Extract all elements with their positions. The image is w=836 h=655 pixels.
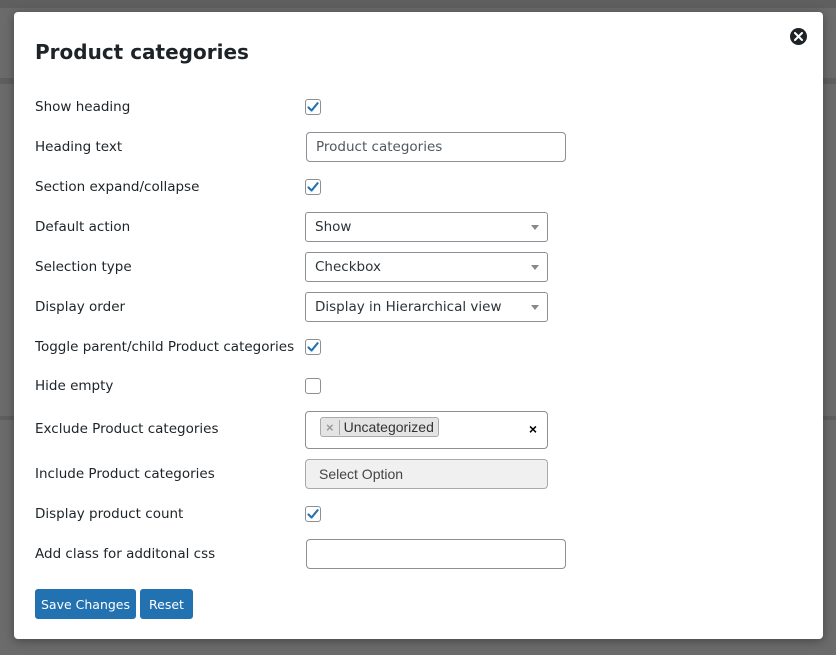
toggle-parent-child-label: Toggle parent/child Product categories <box>35 339 295 355</box>
display-order-label: Display order <box>35 299 126 315</box>
additional-css-label: Add class for additonal css <box>35 546 216 562</box>
display-order-value: Display in Hierarchical view <box>315 299 502 315</box>
chevron-down-icon <box>531 305 539 310</box>
row-show-heading: Show heading <box>35 92 795 122</box>
exclude-categories-multiselect[interactable]: × Uncategorized × <box>305 411 548 449</box>
chevron-down-icon <box>531 265 539 270</box>
section-expand-checkbox[interactable] <box>305 179 321 195</box>
hide-empty-label: Hide empty <box>35 378 114 394</box>
clear-selection-icon[interactable]: × <box>529 421 537 437</box>
checkmark-icon <box>307 102 319 112</box>
additional-css-input[interactable] <box>306 539 566 569</box>
modal-title: Product categories <box>35 40 249 64</box>
row-section-expand: Section expand/collapse <box>35 172 795 202</box>
heading-text-input[interactable] <box>306 132 566 162</box>
heading-text-label: Heading text <box>35 139 123 155</box>
section-expand-label: Section expand/collapse <box>35 179 200 195</box>
selected-tag-uncategorized: × Uncategorized <box>320 417 439 437</box>
row-include-categories: Include Product categories Select Option <box>35 459 795 489</box>
exclude-categories-label: Exclude Product categories <box>35 421 219 437</box>
row-display-product-count: Display product count <box>35 499 795 529</box>
row-hide-empty: Hide empty <box>35 371 795 401</box>
selection-type-value: Checkbox <box>315 259 381 275</box>
row-additional-css: Add class for additonal css <box>35 539 795 569</box>
default-action-value: Show <box>315 219 352 235</box>
include-categories-placeholder: Select Option <box>319 466 404 482</box>
row-default-action: Default action Show <box>35 212 795 242</box>
display-product-count-label: Display product count <box>35 506 184 522</box>
row-exclude-categories: Exclude Product categories × Uncategoriz… <box>35 411 795 449</box>
remove-tag-icon[interactable]: × <box>321 419 340 435</box>
hide-empty-checkbox[interactable] <box>305 378 321 394</box>
close-icon <box>794 32 803 41</box>
default-action-select[interactable]: Show <box>305 212 548 242</box>
include-categories-label: Include Product categories <box>35 466 215 482</box>
row-heading-text: Heading text <box>35 132 795 162</box>
display-order-select[interactable]: Display in Hierarchical view <box>305 292 548 322</box>
checkmark-icon <box>307 182 319 192</box>
settings-modal: Product categories Show heading Heading … <box>14 12 823 639</box>
show-heading-label: Show heading <box>35 99 131 115</box>
checkmark-icon <box>307 342 319 352</box>
default-action-label: Default action <box>35 219 131 235</box>
chevron-down-icon <box>531 225 539 230</box>
row-toggle-parent-child: Toggle parent/child Product categories <box>35 332 795 362</box>
checkmark-icon <box>307 509 319 519</box>
reset-button[interactable]: Reset <box>140 589 193 619</box>
toggle-parent-child-checkbox[interactable] <box>305 339 321 355</box>
close-button[interactable] <box>790 28 807 45</box>
show-heading-checkbox[interactable] <box>305 99 321 115</box>
selection-type-label: Selection type <box>35 259 132 275</box>
row-selection-type: Selection type Checkbox <box>35 252 795 282</box>
display-product-count-checkbox[interactable] <box>305 506 321 522</box>
selection-type-select[interactable]: Checkbox <box>305 252 548 282</box>
include-categories-select[interactable]: Select Option <box>305 459 548 489</box>
save-changes-button[interactable]: Save Changes <box>35 589 136 619</box>
row-display-order: Display order Display in Hierarchical vi… <box>35 292 795 322</box>
backdrop-band-top <box>0 0 836 8</box>
tag-label: Uncategorized <box>343 419 434 435</box>
